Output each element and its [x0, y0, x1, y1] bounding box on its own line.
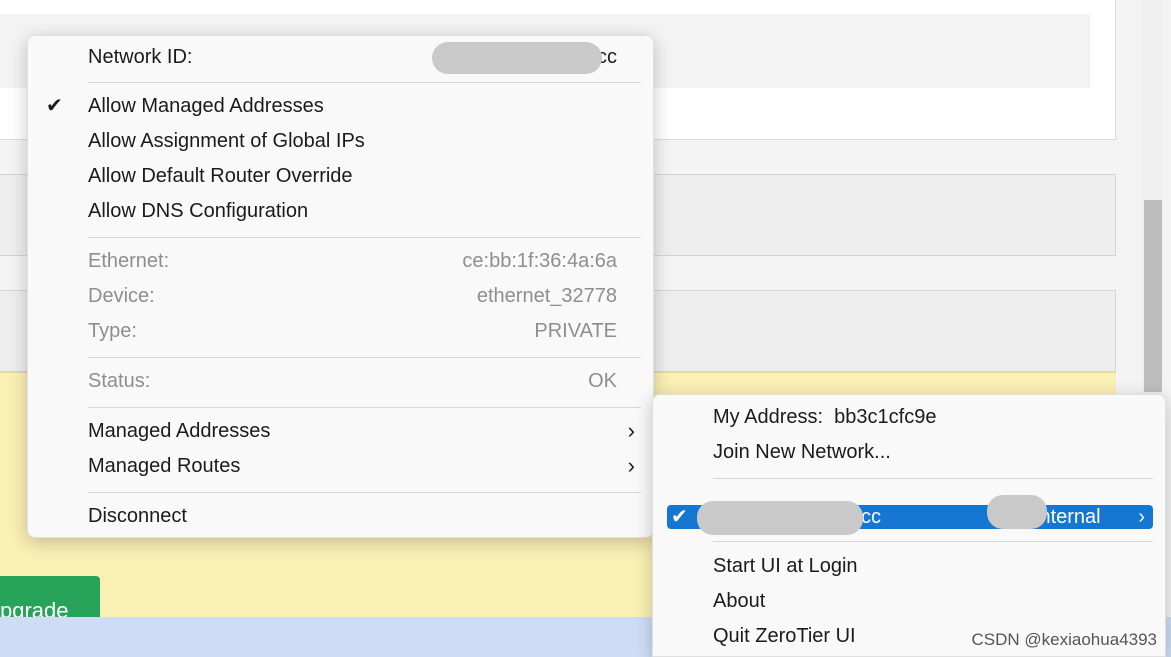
my-address-text: My Address: bb3c1cfc9e	[713, 400, 936, 434]
menu-separator	[713, 541, 1153, 542]
menu-item-allow-global-ips[interactable]: Allow Assignment of Global IPs	[28, 124, 655, 158]
menu-separator	[88, 357, 641, 358]
menu-item-disconnect[interactable]: Disconnect	[28, 499, 655, 533]
checkmark-icon: ✔	[671, 506, 688, 528]
redacted-network-id	[432, 42, 602, 74]
menu-item-label: Allow Default Router Override	[88, 165, 353, 187]
menu-item-start-at-login[interactable]: Start UI at Login	[653, 549, 1167, 583]
status-value: OK	[588, 370, 617, 392]
menu-separator	[88, 407, 641, 408]
status-label: Status:	[88, 370, 151, 392]
my-address-row[interactable]: My Address: bb3c1cfc9e	[653, 400, 1167, 434]
network-id-suffix: cc	[861, 506, 881, 528]
menu-separator	[88, 237, 641, 238]
menu-separator	[88, 492, 641, 493]
menu-item-allow-dns-configuration[interactable]: Allow DNS Configuration	[28, 194, 655, 228]
menu-item-managed-addresses[interactable]: Managed Addresses ›	[28, 414, 655, 448]
network-context-menu: Network ID: cc ✔ Allow Managed Addresses…	[27, 35, 654, 538]
chevron-right-icon: ›	[627, 418, 635, 443]
menu-separator	[88, 82, 641, 83]
menu-item-label: About	[713, 590, 766, 612]
chevron-right-icon: ›	[627, 453, 635, 478]
chevron-right-icon: ›	[1138, 506, 1145, 528]
menu-item-label: Quit ZeroTier UI	[713, 625, 856, 647]
menu-item-allow-managed-addresses[interactable]: ✔ Allow Managed Addresses	[28, 89, 655, 123]
ethernet-value: ce:bb:1f:36:4a:6a	[462, 250, 617, 272]
menu-item-label: Managed Routes	[88, 455, 241, 477]
device-info-row: Device: ethernet_32778	[28, 279, 655, 313]
redacted-network-id	[697, 501, 863, 535]
type-label: Type:	[88, 320, 137, 342]
menu-item-label: Disconnect	[88, 505, 187, 527]
menu-item-join-network[interactable]: Join New Network...	[653, 435, 1167, 469]
menu-item-label: Allow Assignment of Global IPs	[88, 130, 365, 152]
device-label: Device:	[88, 285, 155, 307]
device-value: ethernet_32778	[476, 285, 617, 307]
ethernet-label: Ethernet:	[88, 250, 170, 272]
menu-item-label: Join New Network...	[713, 441, 891, 463]
type-info-row: Type: PRIVATE	[28, 314, 655, 348]
network-id-label: Network ID:	[88, 46, 193, 68]
menu-item-managed-routes[interactable]: Managed Routes ›	[28, 449, 655, 483]
my-address-label: My Address:	[713, 406, 824, 428]
menu-item-allow-default-router-override[interactable]: Allow Default Router Override	[28, 159, 655, 193]
type-value: PRIVATE	[534, 320, 617, 342]
checkmark-icon: ✔	[46, 95, 63, 117]
menu-item-label: Allow DNS Configuration	[88, 200, 309, 222]
redacted-network-name	[987, 495, 1047, 529]
ethernet-info-row: Ethernet: ce:bb:1f:36:4a:6a	[28, 244, 655, 278]
my-address-value: bb3c1cfc9e	[834, 406, 937, 428]
menu-item-about[interactable]: About	[653, 584, 1167, 618]
menu-item-label: Start UI at Login	[713, 555, 858, 577]
menu-item-label: Allow Managed Addresses	[88, 95, 324, 117]
watermark: CSDN @kexiaohua4393	[971, 630, 1157, 649]
status-info-row: Status: OK	[28, 364, 655, 398]
menu-separator	[713, 478, 1153, 479]
scrollbar-thumb[interactable]	[1144, 200, 1162, 392]
tray-menu: My Address: bb3c1cfc9e Join New Network.…	[652, 394, 1166, 657]
menu-item-label: Managed Addresses	[88, 420, 271, 442]
